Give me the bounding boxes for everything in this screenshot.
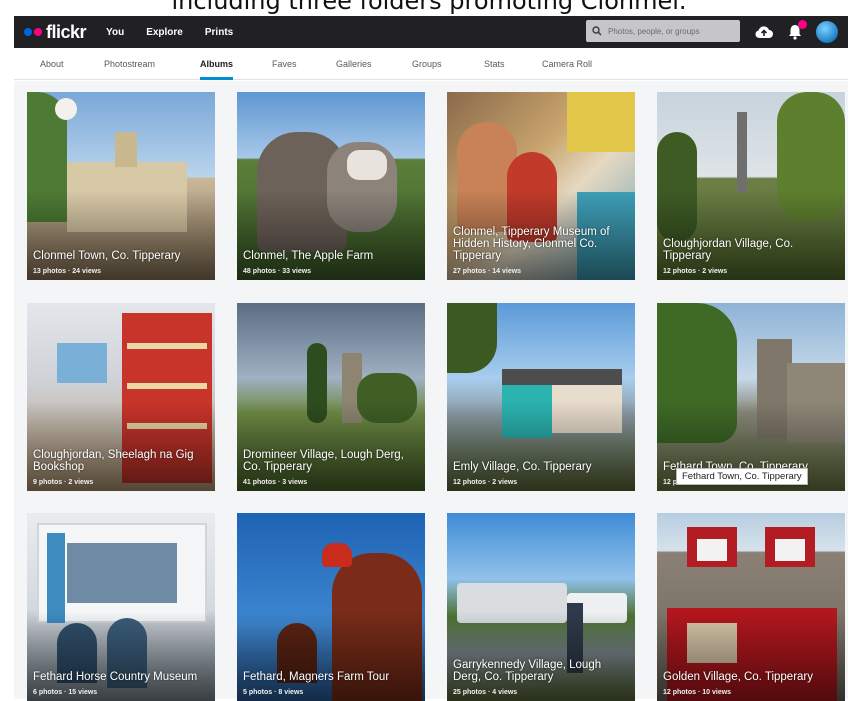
album-title: Cloughjordan Village, Co. Tipperary [663,238,794,262]
main-nav: You Explore Prints [106,27,233,38]
album-meta: 25 photos · 4 views [453,689,518,696]
album-title: Clonmel, Tipperary Museum of Hidden Hist… [453,226,610,262]
album-meta: 9 photos · 2 views [33,479,94,486]
album-meta: 41 photos · 3 views [243,479,308,486]
album-meta: 5 photos · 8 views [243,689,304,696]
tab-about[interactable]: About [40,50,64,80]
album-card[interactable]: Golden Village, Co. Tipperary 12 photos … [657,513,845,701]
flickr-logo[interactable]: flickr [24,16,87,48]
image-caption: including three folders promoting Clonme… [171,0,687,15]
album-title: Golden Village, Co. Tipperary [663,671,814,683]
nav-you[interactable]: You [106,27,124,38]
album-meta: 48 photos · 33 views [243,268,312,275]
album-meta: 27 photos · 14 views [453,268,522,275]
album-title: Cloughjordan, Sheelagh na Gig Bookshop [33,449,194,473]
album-card[interactable]: Clonmel Town, Co. Tipperary 13 photos · … [27,92,215,280]
album-meta: 6 photos · 15 views [33,689,98,696]
profile-subnav: About Photostream Albums Faves Galleries… [14,50,848,80]
tab-faves[interactable]: Faves [272,50,297,80]
album-card[interactable]: Fethard, Magners Farm Tour 5 photos · 8 … [237,513,425,701]
top-right-icons [754,16,838,48]
notifications-button[interactable] [788,20,807,40]
logo-dots-icon [24,28,42,36]
album-title: Clonmel Town, Co. Tipperary [33,250,181,262]
album-card[interactable]: Fethard Town, Co. Tipperary 12 photos · … [657,303,845,491]
search-input[interactable] [606,25,736,37]
search-icon [592,26,602,36]
avatar[interactable] [816,21,838,43]
album-title: Garrykennedy Village, Lough Derg, Co. Ti… [453,659,602,683]
album-card[interactable]: Clonmel, The Apple Farm 48 photos · 33 v… [237,92,425,280]
upload-cloud-icon[interactable] [754,24,774,40]
album-meta: 12 photos · 2 views [663,268,728,275]
album-card[interactable]: Emly Village, Co. Tipperary 12 photos · … [447,303,635,491]
tab-groups[interactable]: Groups [412,50,442,80]
tab-camera-roll[interactable]: Camera Roll [542,50,592,80]
tab-stats[interactable]: Stats [484,50,505,80]
album-title: Fethard, Magners Farm Tour [243,671,390,683]
tab-photostream[interactable]: Photostream [104,50,155,80]
album-title: Clonmel, The Apple Farm [243,250,374,262]
logo-text: flickr [46,21,87,42]
nav-explore[interactable]: Explore [146,27,183,38]
top-navigation-bar: flickr You Explore Prints [14,16,848,48]
search-box[interactable] [586,20,740,42]
album-meta: 13 photos · 24 views [33,268,102,275]
tab-albums[interactable]: Albums [200,50,234,80]
album-title: Fethard Horse Country Museum [33,671,198,683]
album-card[interactable]: Garrykennedy Village, Lough Derg, Co. Ti… [447,513,635,701]
album-title: Emly Village, Co. Tipperary [453,461,592,473]
album-card[interactable]: Dromineer Village, Lough Derg, Co. Tippe… [237,303,425,491]
album-card[interactable]: Cloughjordan Village, Co. Tipperary 12 p… [657,92,845,280]
album-meta: 12 photos · 2 views [453,479,518,486]
album-tooltip: Fethard Town, Co. Tipperary [676,468,808,485]
album-card[interactable]: Fethard Horse Country Museum 6 photos · … [27,513,215,701]
nav-prints[interactable]: Prints [205,27,233,38]
notification-badge [798,20,807,29]
album-meta: 12 photos · 10 views [663,689,732,696]
album-card[interactable]: Clonmel, Tipperary Museum of Hidden Hist… [447,92,635,280]
album-card[interactable]: Cloughjordan, Sheelagh na Gig Bookshop 9… [27,303,215,491]
tab-galleries[interactable]: Galleries [336,50,372,80]
album-title: Dromineer Village, Lough Derg, Co. Tippe… [243,449,404,473]
